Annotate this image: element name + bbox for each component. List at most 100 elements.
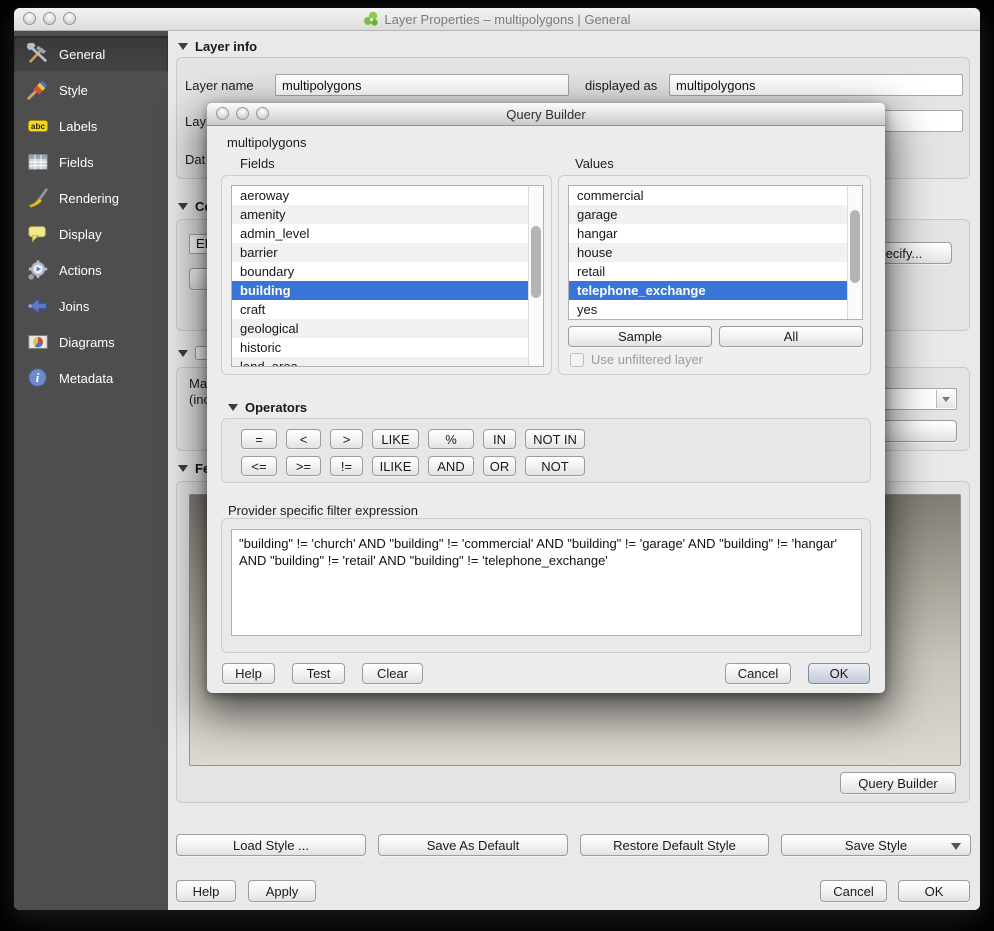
sidebar-item-general[interactable]: General (14, 36, 168, 72)
sidebar: General Style abc Labels Fields Renderin… (14, 31, 168, 910)
field-row[interactable]: barrier (232, 243, 528, 262)
chevron-down-icon (951, 843, 961, 850)
fields-scrollbar (528, 186, 543, 366)
layer-name-label: Layer name (185, 78, 254, 93)
query-builder-dialog: Query Builder multipolygons Fields Value… (207, 103, 885, 693)
fields-icon (26, 150, 50, 174)
fields-list: aeroway amenity admin_level barrier boun… (231, 185, 544, 367)
sidebar-item-label: Diagrams (59, 335, 115, 350)
field-row-selected[interactable]: building (232, 281, 528, 300)
collapse-triangle-icon[interactable] (178, 465, 188, 472)
collapse-triangle-icon[interactable] (178, 350, 188, 357)
operator-gt-button[interactable]: > (330, 429, 363, 449)
help-button[interactable]: Help (176, 880, 236, 902)
values-group: commercial garage hangar house retail te… (558, 175, 871, 375)
field-row[interactable]: admin_level (232, 224, 528, 243)
field-row[interactable]: aeroway (232, 186, 528, 205)
filter-expression-input[interactable]: "building" != 'church' AND "building" !=… (231, 529, 862, 636)
operator-ilike-button[interactable]: ILIKE (372, 456, 419, 476)
operator-lt-button[interactable]: < (286, 429, 321, 449)
operator-not-in-button[interactable]: NOT IN (525, 429, 585, 449)
sidebar-item-style[interactable]: Style (14, 72, 168, 108)
values-scrollbar-thumb[interactable] (850, 210, 860, 283)
operator-in-button[interactable]: IN (483, 429, 516, 449)
dialog-clear-button[interactable]: Clear (362, 663, 423, 684)
displayed-as-input[interactable] (669, 74, 963, 96)
operator-not-button[interactable]: NOT (525, 456, 585, 476)
save-style-dropdown-button[interactable]: Save Style (781, 834, 971, 856)
chevron-down-icon[interactable] (936, 390, 955, 408)
style-icon (26, 78, 50, 102)
sidebar-item-label: Metadata (59, 371, 113, 386)
cancel-button[interactable]: Cancel (820, 880, 887, 902)
dialog-help-button[interactable]: Help (222, 663, 275, 684)
dialog-cancel-button[interactable]: Cancel (725, 663, 791, 684)
field-row[interactable]: craft (232, 300, 528, 319)
layer-info-header: Layer info (178, 39, 257, 54)
ok-button[interactable]: OK (898, 880, 970, 902)
operator-like-button[interactable]: LIKE (372, 429, 419, 449)
collapse-triangle-icon[interactable] (178, 43, 188, 50)
dialog-test-button[interactable]: Test (292, 663, 345, 684)
apply-button[interactable]: Apply (248, 880, 316, 902)
svg-text:i: i (36, 371, 40, 385)
dialog-ok-button[interactable]: OK (808, 663, 870, 684)
restore-default-style-button[interactable]: Restore Default Style (580, 834, 769, 856)
value-row[interactable]: house (569, 243, 847, 262)
layer-name-input[interactable] (275, 74, 569, 96)
sidebar-item-labels[interactable]: abc Labels (14, 108, 168, 144)
scale-visibility-header (178, 346, 209, 360)
operator-eq-button[interactable]: = (241, 429, 277, 449)
field-row[interactable]: amenity (232, 205, 528, 224)
value-row[interactable]: garage (569, 205, 847, 224)
sidebar-item-diagrams[interactable]: Diagrams (14, 324, 168, 360)
value-row[interactable]: commercial (569, 186, 847, 205)
main-titlebar: Layer Properties – multipolygons | Gener… (14, 8, 980, 31)
diagrams-icon (26, 330, 50, 354)
use-unfiltered-checkbox[interactable] (570, 353, 584, 367)
dialog-layer-label: multipolygons (227, 135, 307, 150)
operator-and-button[interactable]: AND (428, 456, 474, 476)
values-scrollbar (847, 186, 862, 319)
collapse-triangle-icon[interactable] (228, 404, 238, 411)
field-row[interactable]: historic (232, 338, 528, 357)
sidebar-item-label: Joins (59, 299, 89, 314)
sidebar-item-display[interactable]: Display (14, 216, 168, 252)
field-row[interactable]: boundary (232, 262, 528, 281)
value-row[interactable]: retail (569, 262, 847, 281)
field-row[interactable]: land_area (232, 357, 528, 367)
general-icon (26, 42, 50, 66)
collapse-triangle-icon[interactable] (178, 203, 188, 210)
value-row-selected[interactable]: telephone_exchange (569, 281, 847, 300)
sidebar-item-rendering[interactable]: Rendering (14, 180, 168, 216)
fields-scrollbar-thumb[interactable] (531, 226, 541, 298)
fields-group: aeroway amenity admin_level barrier boun… (221, 175, 552, 375)
use-unfiltered-label: Use unfiltered layer (591, 352, 703, 367)
sidebar-item-metadata[interactable]: i Metadata (14, 360, 168, 396)
field-row[interactable]: geological (232, 319, 528, 338)
value-row[interactable]: hangar (569, 224, 847, 243)
features-header: Fe (178, 461, 210, 476)
operator-ge-button[interactable]: >= (286, 456, 321, 476)
all-button[interactable]: All (719, 326, 863, 347)
query-builder-button[interactable]: Query Builder (840, 772, 956, 794)
sidebar-item-fields[interactable]: Fields (14, 144, 168, 180)
labels-icon: abc (26, 114, 50, 138)
sidebar-item-label: Rendering (59, 191, 119, 206)
operators-header: Operators (228, 400, 307, 415)
sample-button[interactable]: Sample (568, 326, 712, 347)
operator-percent-button[interactable]: % (428, 429, 474, 449)
sidebar-item-joins[interactable]: Joins (14, 288, 168, 324)
operator-or-button[interactable]: OR (483, 456, 516, 476)
save-as-default-button[interactable]: Save As Default (378, 834, 568, 856)
operator-le-button[interactable]: <= (241, 456, 277, 476)
value-row[interactable]: yes (569, 300, 847, 319)
sidebar-item-label: Style (59, 83, 88, 98)
operator-ne-button[interactable]: != (330, 456, 363, 476)
sidebar-item-label: Labels (59, 119, 97, 134)
data-source-encoding-label: Dat (185, 152, 205, 167)
sidebar-item-actions[interactable]: Actions (14, 252, 168, 288)
displayed-as-label: displayed as (585, 78, 657, 93)
sidebar-item-label: General (59, 47, 105, 62)
load-style-button[interactable]: Load Style ... (176, 834, 366, 856)
